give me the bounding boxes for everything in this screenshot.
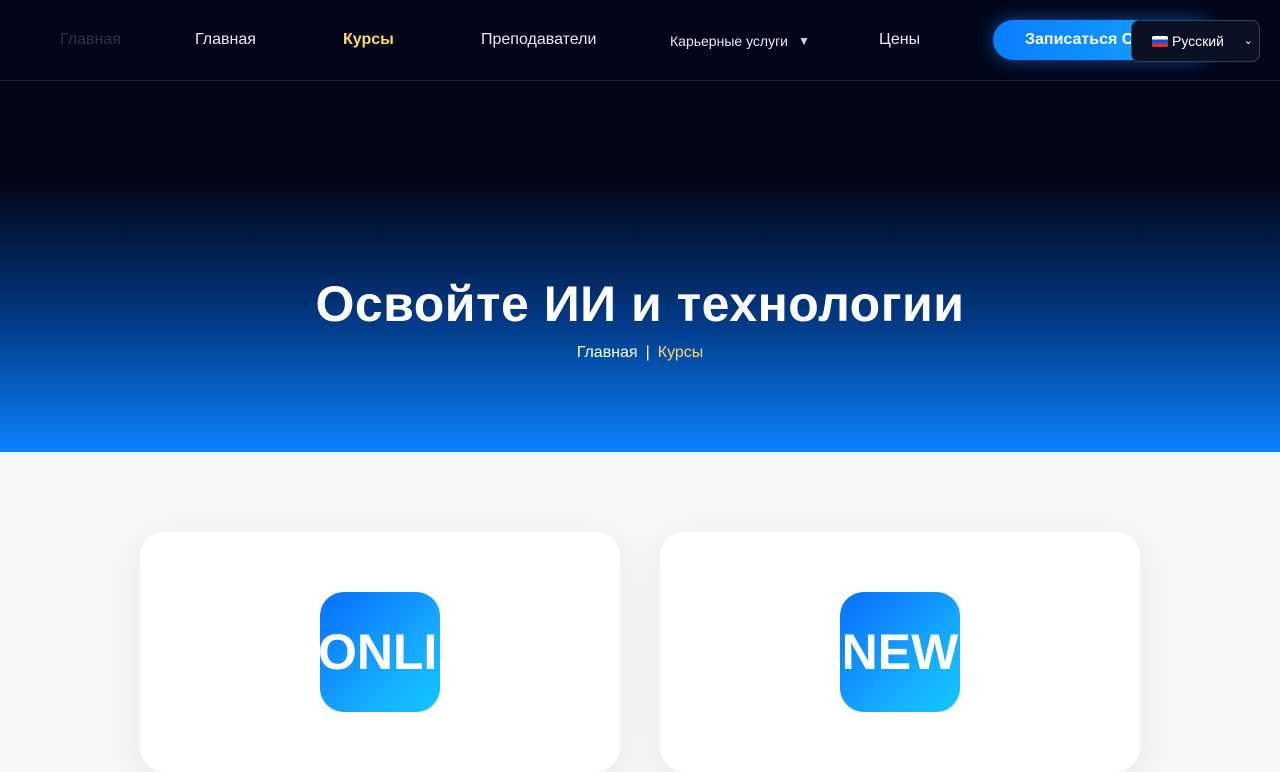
- course-cards-section: ONLINE NEW: [0, 452, 1280, 772]
- nav-link-pricing[interactable]: Цены: [879, 30, 920, 50]
- russia-flag-icon: [1152, 36, 1168, 47]
- new-badge-icon: NEW: [840, 592, 960, 712]
- breadcrumb-separator: |: [645, 344, 650, 361]
- top-navigation: Главная Главная Курсы Преподаватели Карь…: [0, 0, 1280, 81]
- caret-down-icon: ▼: [798, 34, 810, 48]
- language-select[interactable]: Русский ⌄: [1131, 20, 1260, 62]
- card-badge-text: NEW: [841, 624, 959, 680]
- nav-dropdown-career-services[interactable]: Карьерные услуги ▼: [670, 31, 810, 51]
- page-title: Освойте ИИ и технологии: [315, 276, 965, 332]
- nav-link-home[interactable]: Главная: [195, 30, 256, 50]
- card-badge-text: ONLINE: [320, 624, 440, 680]
- chevron-down-icon: ⌄: [1243, 35, 1253, 47]
- logo-text[interactable]: Главная: [60, 30, 121, 50]
- language-select-value: Русский: [1172, 33, 1224, 49]
- breadcrumb-home-link[interactable]: Главная: [577, 344, 638, 361]
- breadcrumb-current: Курсы: [657, 344, 704, 361]
- course-card[interactable]: NEW: [660, 532, 1140, 772]
- breadcrumb: Главная | Курсы: [0, 343, 1280, 363]
- nav-link-courses[interactable]: Курсы: [343, 30, 394, 50]
- hero-banner: Освойте ИИ и технологии Главная | Курсы: [0, 81, 1280, 452]
- online-badge-icon: ONLINE: [320, 592, 440, 712]
- nav-link-teachers[interactable]: Преподаватели: [481, 30, 596, 50]
- course-card[interactable]: ONLINE: [140, 532, 620, 772]
- nav-dropdown-label: Карьерные услуги: [670, 33, 789, 49]
